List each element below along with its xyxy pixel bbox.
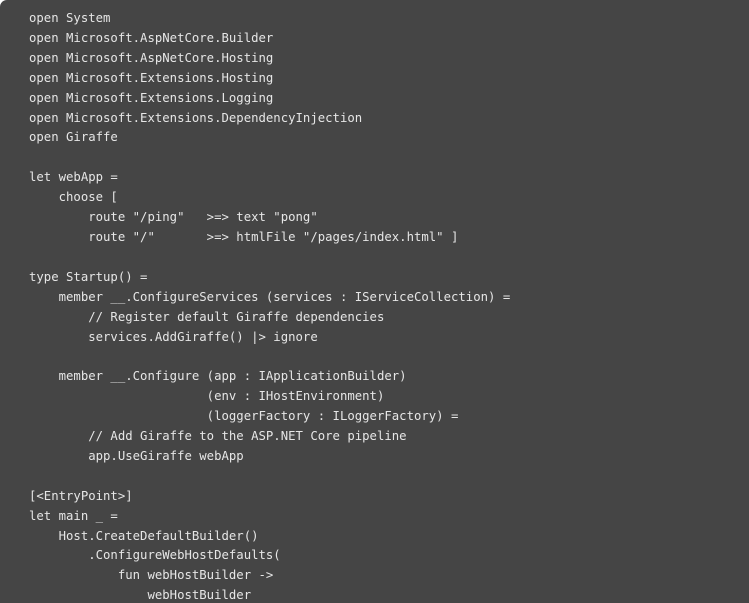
code-line: type Startup() = [29,269,148,284]
code-editor-surface: open System open Microsoft.AspNetCore.Bui… [0,0,749,603]
code-line: choose [ [29,190,118,205]
code-line: .ConfigureWebHostDefaults( [29,548,281,563]
code-line: open Giraffe [29,130,118,145]
code-screenshot-viewport: open System open Microsoft.AspNetCore.Bui… [0,0,749,603]
code-line: route "/ping" >=> text "pong" [29,210,318,225]
code-line: let webApp = [29,170,118,185]
code-line: [<EntryPoint>] [29,488,133,503]
code-line: webHostBuilder [29,588,252,603]
code-line: open Microsoft.Extensions.Logging [29,90,274,105]
code-block[interactable]: open System open Microsoft.AspNetCore.Bui… [29,9,510,603]
code-line: open Microsoft.Extensions.DependencyInje… [29,110,363,125]
code-line: open Microsoft.AspNetCore.Hosting [29,50,274,65]
code-line: open Microsoft.AspNetCore.Builder [29,30,274,45]
code-line: open System [29,11,111,25]
code-line: member __.Configure (app : IApplicationB… [29,369,407,384]
code-line: member __.ConfigureServices (services : … [29,289,511,304]
code-line: open Microsoft.Extensions.Hosting [29,70,274,85]
code-line: Host.CreateDefaultBuilder() [29,528,259,543]
code-line: let main _ = [29,508,118,523]
code-line: services.AddGiraffe() |> ignore [29,329,318,344]
code-line: route "/" >=> htmlFile "/pages/index.htm… [29,229,459,244]
code-line: // Add Giraffe to the ASP.NET Core pipel… [29,429,407,444]
code-line: // Register default Giraffe dependencies [29,309,385,324]
code-line: app.UseGiraffe webApp [29,448,244,463]
code-line: fun webHostBuilder -> [29,568,274,583]
code-line: (env : IHostEnvironment) [29,389,385,404]
code-line: (loggerFactory : ILoggerFactory) = [29,409,459,424]
